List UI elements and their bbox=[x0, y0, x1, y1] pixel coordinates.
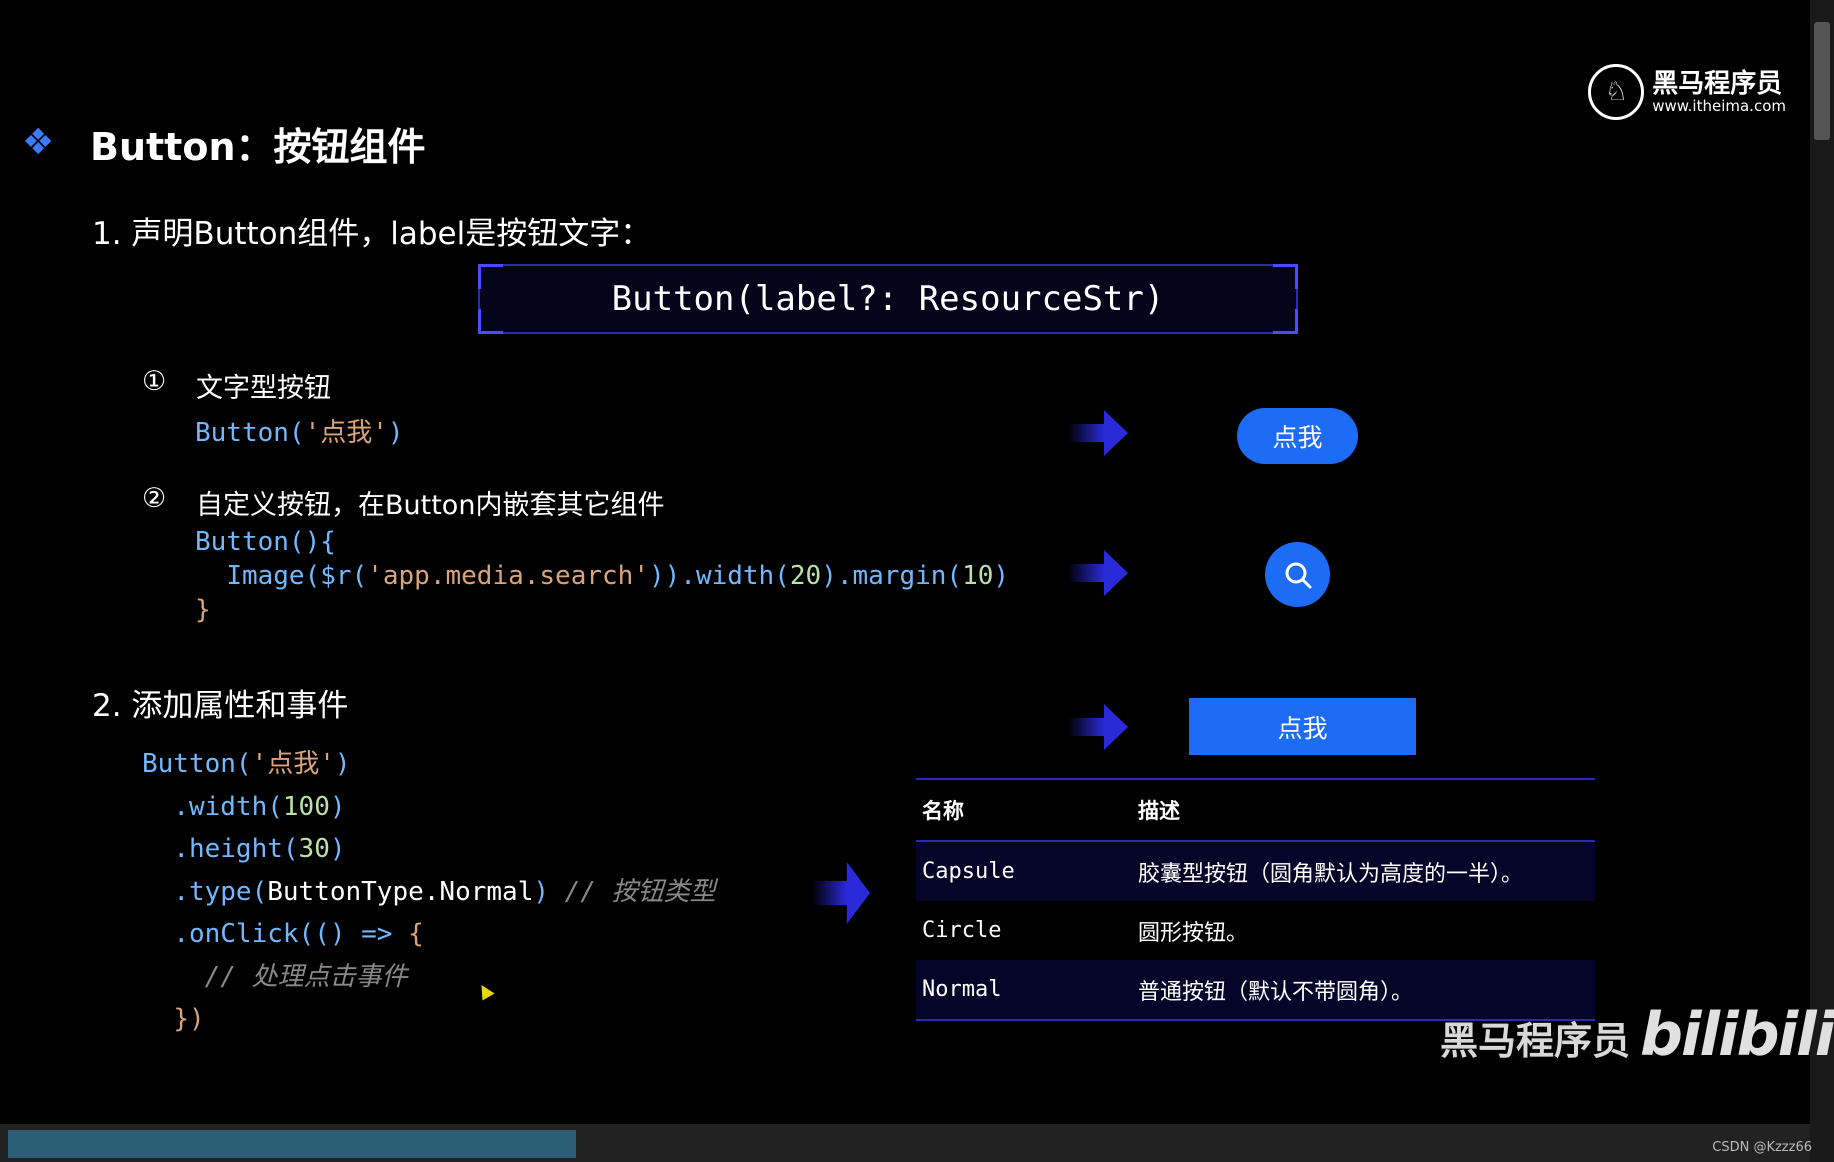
item2-label: 自定义按钮，在Button内嵌套其它组件 bbox=[196, 490, 665, 521]
normal-demo-button[interactable]: 点我 bbox=[1189, 698, 1416, 755]
table-row: Circle 圆形按钮。 bbox=[916, 901, 1595, 960]
arrow-right-icon bbox=[1068, 550, 1128, 596]
arrow-right-icon bbox=[1068, 704, 1128, 750]
header-desc: 描述 bbox=[1138, 799, 1180, 823]
logo-url: www.itheima.com bbox=[1652, 97, 1786, 115]
signature-text: Button(label?: ResourceStr) bbox=[611, 279, 1165, 319]
row-name: Normal bbox=[922, 977, 1002, 1002]
signature-box: Button(label?: ResourceStr) bbox=[478, 264, 1298, 334]
itheima-logo: ♘ 黑马程序员 www.itheima.com bbox=[1588, 64, 1786, 120]
code-custom-button: Button(){ Image($r('app.media.search')).… bbox=[195, 527, 1010, 625]
arrow-right-icon bbox=[812, 862, 870, 924]
section2-heading: 2. 添加属性和事件 bbox=[92, 688, 349, 724]
watermark-text: 黑马程序员 bbox=[1440, 1019, 1631, 1063]
item1-marker: ① bbox=[142, 366, 167, 397]
item1-label: 文字型按钮 bbox=[196, 373, 331, 404]
horse-icon: ♘ bbox=[1588, 64, 1645, 120]
arrow-right-icon bbox=[1068, 410, 1128, 456]
table-header: 名称 描述 bbox=[916, 780, 1595, 842]
table-row: Capsule 胶囊型按钮（圆角默认为高度的一半）。 bbox=[916, 842, 1595, 901]
snowflake-icon: ❖ bbox=[22, 122, 55, 163]
search-icon bbox=[1285, 562, 1311, 588]
row-name: Circle bbox=[922, 918, 1002, 943]
row-desc: 胶囊型按钮（圆角默认为高度的一半）。 bbox=[1138, 861, 1524, 887]
row-desc: 圆形按钮。 bbox=[1138, 920, 1249, 946]
slide-title: Button：按钮组件 bbox=[90, 125, 426, 169]
progress-bar[interactable] bbox=[8, 1130, 576, 1158]
section1-heading: 1. 声明Button组件，label是按钮文字： bbox=[92, 216, 652, 252]
scrollbar[interactable] bbox=[1810, 0, 1834, 1162]
code-attributes: Button('点我') .width(100) .height(30) .ty… bbox=[142, 749, 716, 1034]
header-name: 名称 bbox=[922, 799, 964, 823]
row-desc: 普通按钮（默认不带圆角）。 bbox=[1138, 979, 1414, 1005]
row-name: Capsule bbox=[922, 859, 1015, 884]
item2-marker: ② bbox=[142, 483, 167, 514]
bilibili-logo: bilibili bbox=[1640, 1000, 1834, 1070]
logo-title: 黑马程序员 bbox=[1652, 69, 1783, 99]
button-type-table: 名称 描述 Capsule 胶囊型按钮（圆角默认为高度的一半）。 Circle … bbox=[916, 778, 1595, 1021]
code-text-button: Button('点我') bbox=[195, 418, 404, 448]
circle-search-button[interactable] bbox=[1265, 542, 1330, 607]
scrollbar-thumb[interactable] bbox=[1814, 22, 1830, 140]
csdn-watermark: CSDN @Kzzz66 bbox=[1712, 1140, 1812, 1155]
capsule-demo-button[interactable]: 点我 bbox=[1237, 408, 1358, 464]
